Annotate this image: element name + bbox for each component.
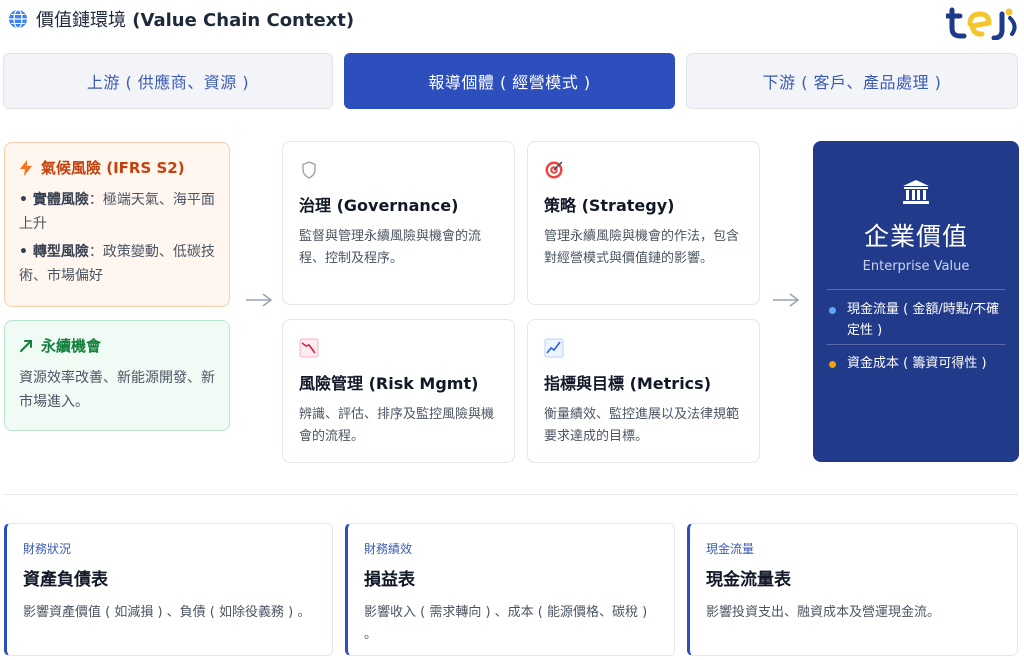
arrow-right-icon xyxy=(246,293,273,307)
pillar-governance-desc: 監督與管理永續風險與機會的流程、控制及程序。 xyxy=(299,229,482,266)
pillar-metrics-desc: 衡量績效、監控進展以及法律規範要求達成的目標。 xyxy=(544,407,740,444)
pillar-metrics-title: 指標與目標 (Metrics) xyxy=(544,374,712,393)
statement-desc: 影響投資支出、融資成本及營運現金流。 xyxy=(706,605,941,620)
statement-title: 現金流量表 xyxy=(706,570,791,590)
statement-cash-flow: 現金流量 現金流量表 影響投資支出、融資成本及營運現金流。 xyxy=(687,523,1018,656)
tab-downstream[interactable]: 下游 ( 客戶、產品處理 ) xyxy=(686,53,1018,109)
statement-category: 財務狀況 xyxy=(23,542,72,556)
pillar-metrics: 指標與目標 (Metrics) 衡量績效、監控進展以及法律規範要求達成的目標。 xyxy=(527,319,760,463)
climate-risk-card: 氣候風險 (IFRS S2) • 實體風險：極端天氣、海平面上升 • 轉型風險：… xyxy=(4,142,230,307)
opportunity-title: 永續機會 xyxy=(41,337,102,355)
enterprise-value-subtitle: Enterprise Value xyxy=(862,259,970,274)
pillar-risk-management: 風險管理 (Risk Mgmt) 辨識、評估、排序及監控風險與機會的流程。 xyxy=(282,319,515,463)
statement-category: 現金流量 xyxy=(706,542,755,556)
globe-icon xyxy=(9,9,27,29)
ev-item-cashflow-text: 現金流量 ( 金額/時點/不確定性 ) xyxy=(847,302,1000,338)
statement-desc: 影響資產價值 ( 如減損 ) 、負債 ( 如除役義務 ) 。 xyxy=(23,605,311,620)
tab-reporting-entity-label: 報導個體 ( 經營模式 ) xyxy=(428,73,591,92)
statement-title: 損益表 xyxy=(364,570,415,590)
bullet-dot-icon xyxy=(829,307,836,314)
enterprise-value-title: 企業價值 xyxy=(863,222,968,251)
tej-logo xyxy=(946,7,1017,40)
climate-risk-title: 氣候風險 (IFRS S2) xyxy=(41,159,185,177)
lightning-icon xyxy=(20,159,32,176)
target-icon xyxy=(545,161,563,179)
statement-desc: 影響收入 ( 需求轉向 ) 、成本 ( 能源價格、碳稅 ) 。 xyxy=(364,605,648,642)
tab-downstream-label: 下游 ( 客戶、產品處理 ) xyxy=(762,73,942,92)
statement-income: 財務績效 損益表 影響收入 ( 需求轉向 ) 、成本 ( 能源價格、碳稅 ) 。 xyxy=(345,523,675,656)
shield-icon xyxy=(302,161,316,179)
climate-risk-header: 氣候風險 (IFRS S2) xyxy=(19,157,215,178)
statement-balance-sheet: 財務狀況 資產負債表 影響資產價值 ( 如減損 ) 、負債 ( 如除役義務 ) … xyxy=(4,523,333,656)
physical-risk-label: • 實體風險 xyxy=(19,192,89,208)
bullet-dot-icon xyxy=(829,361,836,368)
pillar-strategy: 策略 (Strategy) 管理永續風險與機會的作法，包含對經營模式與價值鏈的影… xyxy=(527,141,760,305)
chart-up-icon xyxy=(544,338,564,358)
page-title-en: (Value Chain Context) xyxy=(132,10,355,31)
statement-category: 財務績效 xyxy=(364,542,413,556)
chart-down-icon xyxy=(299,338,319,358)
transition-risk-label: • 轉型風險 xyxy=(19,244,89,260)
physical-risk-item: • 實體風險：極端天氣、海平面上升 xyxy=(19,188,215,236)
section-divider xyxy=(4,494,1018,495)
page-title-cjk: 價值鏈環境 xyxy=(36,10,126,31)
divider xyxy=(827,344,1005,345)
divider xyxy=(827,289,1005,290)
enterprise-value-panel: 企業價值 Enterprise Value 現金流量 ( 金額/時點/不確定性 … xyxy=(813,141,1019,462)
pillar-risk-desc: 辨識、評估、排序及監控風險與機會的流程。 xyxy=(299,407,495,444)
page-header: 價值鏈環境 (Value Chain Context) xyxy=(8,6,354,32)
bank-icon xyxy=(903,180,929,204)
tab-reporting-entity[interactable]: 報導個體 ( 經營模式 ) xyxy=(344,53,675,109)
tab-upstream[interactable]: 上游 ( 供應商、資源 ) xyxy=(3,53,333,109)
page-title: 價值鏈環境 (Value Chain Context) xyxy=(36,6,354,32)
opportunity-text: 資源效率改善、新能源開發、新市場進入。 xyxy=(19,370,215,410)
statement-title: 資產負債表 xyxy=(23,570,108,590)
pillar-strategy-desc: 管理永續風險與機會的作法，包含對經營模式與價值鏈的影響。 xyxy=(544,229,740,266)
trend-up-icon xyxy=(20,339,32,352)
ev-item-cashflow: 現金流量 ( 金額/時點/不確定性 ) xyxy=(829,299,1009,341)
arrow-right-icon xyxy=(773,293,800,307)
pillar-risk-title: 風險管理 (Risk Mgmt) xyxy=(299,374,479,393)
ev-item-capital-cost: 資金成本 ( 籌資可得性 ) xyxy=(829,353,1009,374)
pillar-governance-title: 治理 (Governance) xyxy=(299,196,459,215)
pillar-strategy-title: 策略 (Strategy) xyxy=(544,196,675,215)
ev-item-capital-cost-text: 資金成本 ( 籌資可得性 ) xyxy=(847,356,987,371)
pillar-governance: 治理 (Governance) 監督與管理永續風險與機會的流程、控制及程序。 xyxy=(282,141,515,305)
sustainability-opportunity-card: 永續機會 資源效率改善、新能源開發、新市場進入。 xyxy=(4,320,230,431)
transition-risk-item: • 轉型風險：政策變動、低碳技術、市場偏好 xyxy=(19,240,215,288)
tab-upstream-label: 上游 ( 供應商、資源 ) xyxy=(86,73,250,92)
opportunity-header: 永續機會 xyxy=(19,335,215,356)
